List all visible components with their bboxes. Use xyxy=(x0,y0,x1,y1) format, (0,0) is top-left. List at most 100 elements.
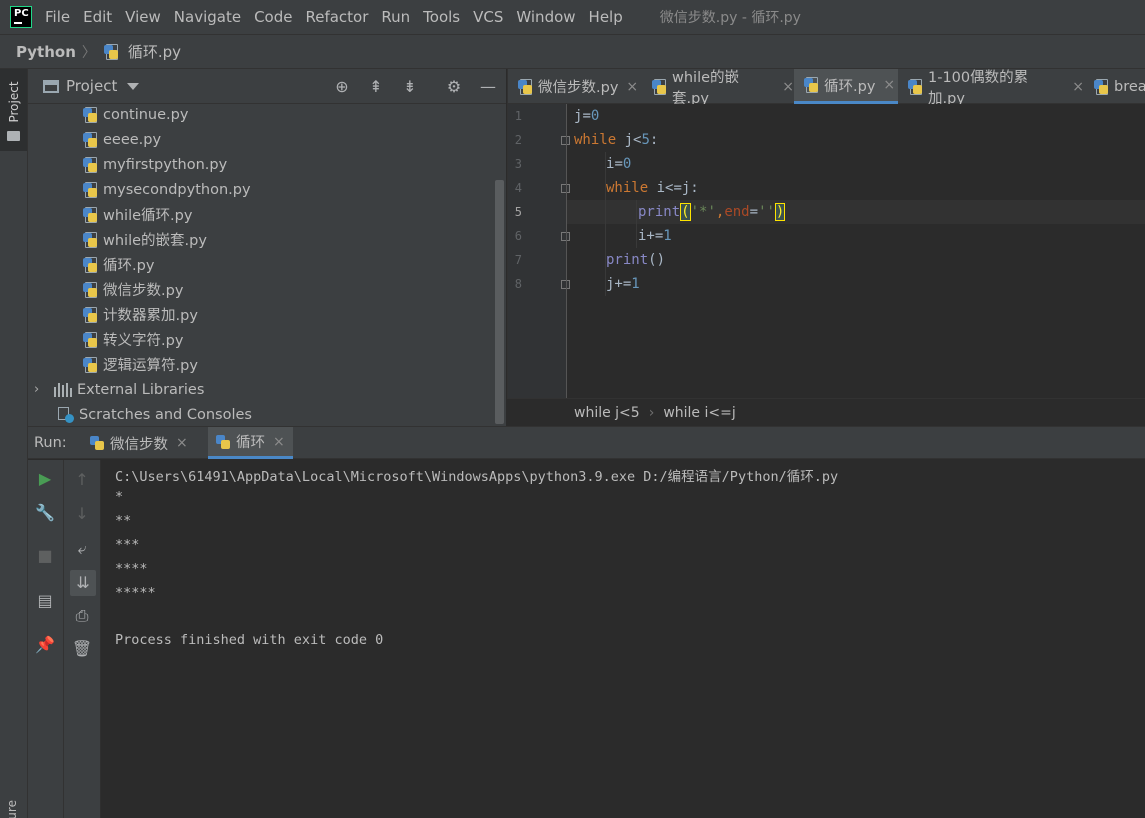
tab-label: breal xyxy=(1114,78,1145,95)
scroll-to-end-icon[interactable]: ⇊ xyxy=(70,570,96,596)
close-icon[interactable]: × xyxy=(273,434,285,450)
structure-tool-button[interactable]: cture xyxy=(5,771,19,818)
locate-icon[interactable]: ⊕ xyxy=(333,78,351,96)
python-file-icon xyxy=(804,77,820,93)
collapse-all-icon[interactable]: ⇟ xyxy=(401,78,419,96)
code-line-4: while i<=j: xyxy=(606,180,699,196)
menu-window[interactable]: Window xyxy=(516,8,575,26)
folder-icon xyxy=(7,131,20,141)
project-scrollbar[interactable] xyxy=(495,180,504,424)
tab-while-nested[interactable]: while的嵌套.py × xyxy=(642,69,794,107)
chevron-right-icon: 〉 xyxy=(81,44,96,61)
run-tab-loop[interactable]: 循环 × xyxy=(208,427,293,459)
python-file-icon xyxy=(83,281,99,298)
print-icon[interactable]: ⎙ xyxy=(71,605,93,627)
tree-file[interactable]: 循环.py xyxy=(83,252,154,277)
tree-file[interactable]: 逻辑运算符.py xyxy=(83,352,198,377)
project-panel-title[interactable]: Project xyxy=(66,77,117,95)
expand-all-icon[interactable]: ⇞ xyxy=(367,78,385,96)
tree-scratches-label: Scratches and Consoles xyxy=(79,406,252,423)
down-arrow-icon[interactable]: ↓ xyxy=(71,503,93,525)
tree-file[interactable]: mysecondpython.py xyxy=(83,177,251,202)
code-editor[interactable]: 1 2 3 4 5 6 7 8 j=0 while j<5: i=0 while… xyxy=(507,104,1145,398)
close-icon[interactable]: × xyxy=(1072,79,1084,95)
python-file-icon xyxy=(1094,78,1110,95)
gear-icon[interactable]: ⚙ xyxy=(445,78,463,96)
tree-external-libraries[interactable]: › External Libraries xyxy=(34,377,204,402)
python-icon xyxy=(216,434,232,450)
tree-file[interactable]: 微信步数.py xyxy=(83,277,183,302)
code-breadcrumb-item[interactable]: while j<5 xyxy=(574,405,640,421)
menu-file[interactable]: File xyxy=(45,8,70,26)
tab-label: 微信步数.py xyxy=(538,80,619,96)
breadcrumb-file[interactable]: 循环.py xyxy=(128,41,181,62)
line-number: 7 xyxy=(514,253,522,267)
chevron-down-icon[interactable] xyxy=(127,82,140,90)
trash-icon[interactable]: 🗑 xyxy=(71,638,93,660)
wrench-icon[interactable]: 🔧 xyxy=(34,502,56,524)
run-icon[interactable]: ▶ xyxy=(34,468,56,490)
line-number: 1 xyxy=(514,109,522,123)
menu-help[interactable]: Help xyxy=(589,8,623,26)
tab-even-sum[interactable]: 1-100偶数的累加.py × xyxy=(898,69,1084,107)
menu-edit[interactable]: Edit xyxy=(83,8,112,26)
menu-run[interactable]: Run xyxy=(381,8,410,26)
console-output[interactable]: C:\Users\61491\AppData\Local\Microsoft\W… xyxy=(101,460,1145,818)
tree-file[interactable]: continue.py xyxy=(83,102,188,127)
close-icon[interactable]: × xyxy=(782,79,794,95)
code-breadcrumb-item[interactable]: while i<=j xyxy=(663,405,735,421)
tree-file[interactable]: 转义字符.py xyxy=(83,327,183,352)
python-file-icon xyxy=(83,206,99,223)
breadcrumb-project[interactable]: Python xyxy=(16,43,76,61)
chevron-right-icon: › xyxy=(648,404,655,421)
menu-navigate[interactable]: Navigate xyxy=(174,8,241,26)
tree-scratches[interactable]: Scratches and Consoles xyxy=(58,402,252,427)
run-toolbar-secondary: ↑ ↓ ⤶ ⇊ ⎙ 🗑 xyxy=(64,460,101,818)
breadcrumb: Python 〉 循环.py xyxy=(0,34,1145,69)
up-arrow-icon[interactable]: ↑ xyxy=(71,469,93,491)
chevron-right-icon[interactable]: › xyxy=(34,382,44,397)
minimize-icon[interactable]: — xyxy=(479,78,497,96)
run-tab-weixin-steps[interactable]: 微信步数 × xyxy=(82,427,196,459)
code-line-2: while j<5: xyxy=(574,132,659,148)
tree-file[interactable]: while的嵌套.py xyxy=(83,227,207,252)
close-icon[interactable]: × xyxy=(176,435,188,451)
tree-file-label: 转义字符.py xyxy=(103,333,184,349)
python-file-icon xyxy=(83,331,99,348)
library-icon xyxy=(54,382,72,397)
pin-icon[interactable]: 📌 xyxy=(34,634,56,656)
menu-tools[interactable]: Tools xyxy=(423,8,460,26)
project-tree: continue.py eeee.py myfirstpython.py mys… xyxy=(28,104,506,426)
stop-icon[interactable]: ■ xyxy=(34,545,56,567)
menu-vcs[interactable]: VCS xyxy=(473,8,503,26)
layout-icon[interactable]: ▤ xyxy=(34,590,56,612)
project-panel-header: Project ⊕ ⇞ ⇟ ⚙ — xyxy=(28,69,506,104)
run-panel-header: Run: 微信步数 × 循环 × xyxy=(28,426,1145,459)
project-tool-button[interactable]: Project xyxy=(0,69,27,151)
console-line: ***** xyxy=(115,585,156,601)
window-title: 微信步数.py - 循环.py xyxy=(659,10,801,26)
python-file-icon xyxy=(908,78,924,95)
tab-weixin-steps[interactable]: 微信步数.py × xyxy=(508,69,642,104)
tree-file-label: 循环.py xyxy=(103,258,155,274)
tab-break[interactable]: breal xyxy=(1084,69,1145,104)
tree-file[interactable]: while循环.py xyxy=(83,202,192,227)
close-icon[interactable]: × xyxy=(883,77,895,93)
soft-wrap-icon[interactable]: ⤶ xyxy=(71,538,93,560)
menu-refactor[interactable]: Refactor xyxy=(305,8,368,26)
line-number: 6 xyxy=(514,229,522,243)
left-tool-strip: Project cture xyxy=(0,69,28,818)
run-tab-label: 循环 xyxy=(236,435,265,451)
console-line: **** xyxy=(115,561,148,577)
tree-file[interactable]: myfirstpython.py xyxy=(83,152,227,177)
python-file-icon xyxy=(83,231,99,248)
project-window-icon xyxy=(43,79,59,93)
close-icon[interactable]: × xyxy=(626,79,638,95)
menu-code[interactable]: Code xyxy=(254,8,292,26)
tab-loop[interactable]: 循环.py × xyxy=(794,69,898,104)
run-toolbar-primary: ▶ 🔧 ■ ▤ 📌 xyxy=(28,460,64,818)
tree-file[interactable]: 计数器累加.py xyxy=(83,302,198,327)
tree-file[interactable]: eeee.py xyxy=(83,127,161,152)
menu-view[interactable]: View xyxy=(125,8,161,26)
menu-bar: PC File Edit View Navigate Code Refactor… xyxy=(0,0,1145,34)
